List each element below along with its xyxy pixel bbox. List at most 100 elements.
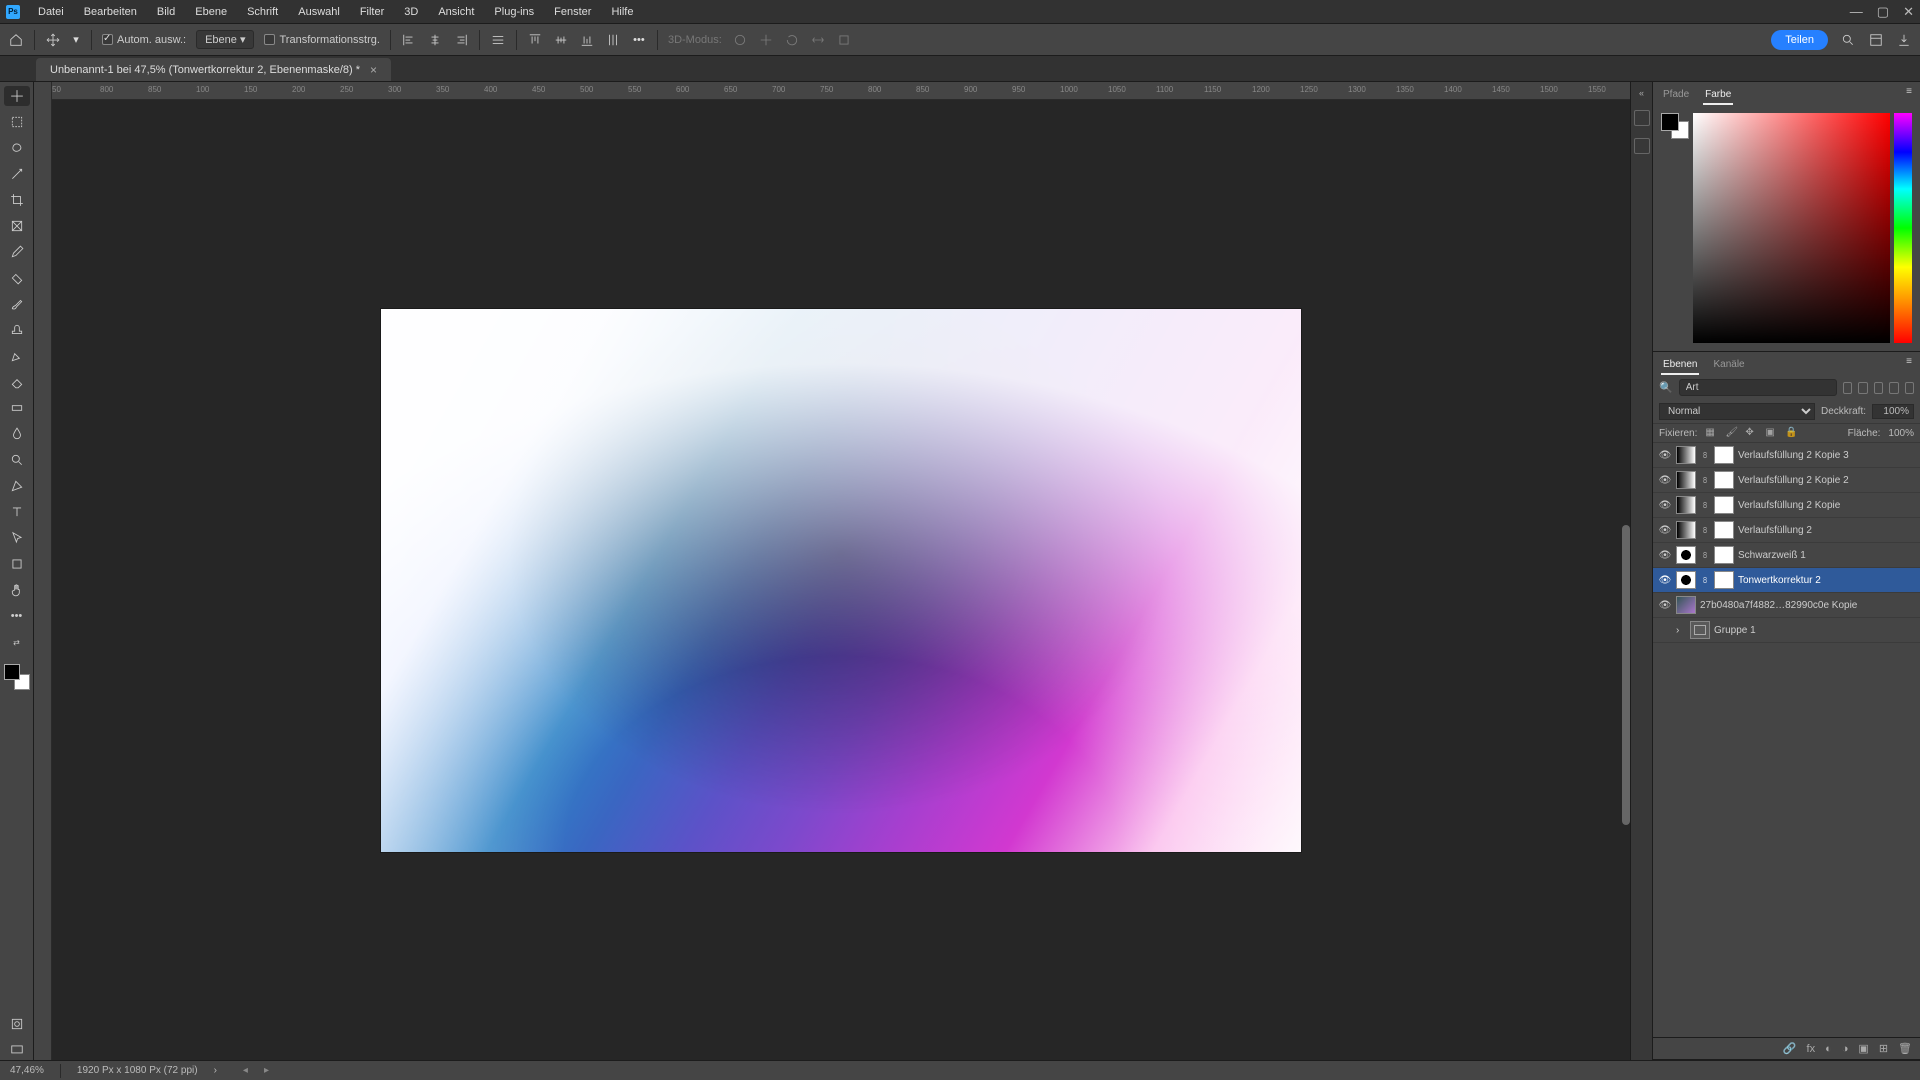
layer-name[interactable]: Verlaufsfüllung 2 Kopie 2 bbox=[1738, 475, 1915, 486]
menu-ebene[interactable]: Ebene bbox=[185, 6, 237, 18]
crop-tool[interactable] bbox=[4, 190, 30, 210]
export-icon[interactable] bbox=[1896, 32, 1912, 48]
mask-icon[interactable]: ◐ bbox=[1825, 1043, 1832, 1055]
panel-menu-icon[interactable]: ≡ bbox=[1906, 86, 1912, 105]
move-tool[interactable] bbox=[4, 86, 30, 106]
3d-slide-icon[interactable] bbox=[810, 32, 826, 48]
frame-tool[interactable] bbox=[4, 216, 30, 236]
filter-shape-icon[interactable] bbox=[1889, 382, 1898, 394]
collapse-toggle-icon[interactable]: « bbox=[1639, 88, 1644, 98]
timeline-nav-right-icon[interactable]: ▸ bbox=[264, 1065, 269, 1076]
menu-plugins[interactable]: Plug-ins bbox=[484, 6, 544, 18]
menu-bearbeiten[interactable]: Bearbeiten bbox=[74, 6, 147, 18]
layer-row[interactable]: 👁𝟾Verlaufsfüllung 2 Kopie bbox=[1653, 493, 1920, 518]
link-layers-icon[interactable]: 🔗 bbox=[1783, 1042, 1797, 1055]
layer-name[interactable]: Verlaufsfüllung 2 Kopie bbox=[1738, 500, 1915, 511]
align-top-icon[interactable] bbox=[527, 32, 543, 48]
visibility-toggle[interactable]: 👁 bbox=[1658, 600, 1672, 611]
3d-orbit-icon[interactable] bbox=[732, 32, 748, 48]
layer-name[interactable]: Gruppe 1 bbox=[1714, 625, 1915, 636]
blend-mode-select[interactable]: Normal bbox=[1659, 403, 1815, 420]
new-layer-icon[interactable]: ⊞ bbox=[1879, 1042, 1888, 1055]
menu-fenster[interactable]: Fenster bbox=[544, 6, 601, 18]
layer-row[interactable]: 👁𝟾Verlaufsfüllung 2 Kopie 3 bbox=[1653, 443, 1920, 468]
dodge-tool[interactable] bbox=[4, 450, 30, 470]
layer-name[interactable]: Verlaufsfüllung 2 bbox=[1738, 525, 1915, 536]
fill-value[interactable]: 100% bbox=[1888, 428, 1914, 439]
lock-transparency-icon[interactable]: ▦ bbox=[1705, 427, 1717, 439]
visibility-toggle[interactable]: 👁 bbox=[1658, 450, 1672, 461]
screenmode-tool[interactable] bbox=[4, 1040, 30, 1060]
align-right-icon[interactable] bbox=[453, 32, 469, 48]
menu-schrift[interactable]: Schrift bbox=[237, 6, 288, 18]
window-close-icon[interactable]: ✕ bbox=[1903, 4, 1914, 20]
blur-tool[interactable] bbox=[4, 424, 30, 444]
lasso-tool[interactable] bbox=[4, 138, 30, 158]
gradient-tool[interactable] bbox=[4, 398, 30, 418]
home-icon[interactable] bbox=[8, 32, 24, 48]
align-hcenter-icon[interactable] bbox=[427, 32, 443, 48]
info-chevron-icon[interactable]: › bbox=[214, 1065, 217, 1076]
color-swatch-pair[interactable] bbox=[1661, 113, 1689, 139]
menu-3d[interactable]: 3D bbox=[394, 6, 428, 18]
layer-row[interactable]: 👁𝟾Schwarzweiß 1 bbox=[1653, 543, 1920, 568]
stamp-tool[interactable] bbox=[4, 320, 30, 340]
layers-panel-menu-icon[interactable]: ≡ bbox=[1906, 356, 1912, 375]
lock-pixels-icon[interactable]: 🖌 bbox=[1725, 427, 1737, 439]
lock-artboard-icon[interactable]: ▣ bbox=[1765, 427, 1777, 439]
layer-row[interactable]: 👁𝟾Verlaufsfüllung 2 Kopie 2 bbox=[1653, 468, 1920, 493]
3d-scale-icon[interactable] bbox=[836, 32, 852, 48]
adjustment-icon[interactable]: ◑ bbox=[1842, 1043, 1849, 1055]
edit-toolbar-icon[interactable]: ⇄ bbox=[4, 632, 30, 652]
menu-bild[interactable]: Bild bbox=[147, 6, 185, 18]
3d-roll-icon[interactable] bbox=[784, 32, 800, 48]
tab-pfade[interactable]: Pfade bbox=[1661, 86, 1691, 105]
fx-icon[interactable]: fx bbox=[1807, 1043, 1816, 1055]
align-bottom-icon[interactable] bbox=[579, 32, 595, 48]
share-button[interactable]: Teilen bbox=[1771, 30, 1828, 50]
layer-row[interactable]: ›Gruppe 1 bbox=[1653, 618, 1920, 643]
group-icon[interactable]: ▣ bbox=[1858, 1042, 1868, 1055]
window-minimize-icon[interactable]: — bbox=[1850, 4, 1863, 20]
window-maximize-icon[interactable]: ▢ bbox=[1877, 4, 1889, 20]
collapsed-properties-icon[interactable] bbox=[1634, 138, 1650, 154]
distribute-icon[interactable] bbox=[490, 32, 506, 48]
document-tab[interactable]: Unbenannt-1 bei 47,5% (Tonwertkorrektur … bbox=[36, 58, 391, 81]
visibility-toggle[interactable]: 👁 bbox=[1658, 550, 1672, 561]
filter-adjust-icon[interactable] bbox=[1858, 382, 1867, 394]
align-vmiddle-icon[interactable] bbox=[553, 32, 569, 48]
tab-farbe[interactable]: Farbe bbox=[1703, 86, 1733, 105]
tab-kanaele[interactable]: Kanäle bbox=[1711, 356, 1746, 375]
quickmask-tool[interactable] bbox=[4, 1014, 30, 1034]
hue-slider[interactable] bbox=[1894, 113, 1912, 343]
zoom-level[interactable]: 47,46% bbox=[10, 1065, 44, 1076]
path-select-tool[interactable] bbox=[4, 528, 30, 548]
search-icon[interactable] bbox=[1840, 32, 1856, 48]
transform-controls-checkbox[interactable]: Transformationsstrg. bbox=[264, 34, 379, 46]
menu-auswahl[interactable]: Auswahl bbox=[288, 6, 350, 18]
layer-row[interactable]: 👁𝟾Verlaufsfüllung 2 bbox=[1653, 518, 1920, 543]
close-tab-icon[interactable]: × bbox=[370, 63, 377, 77]
more-options-icon[interactable]: ••• bbox=[631, 32, 647, 48]
history-brush-tool[interactable] bbox=[4, 346, 30, 366]
eyedropper-tool[interactable] bbox=[4, 242, 30, 262]
visibility-toggle[interactable]: 👁 bbox=[1658, 525, 1672, 536]
tab-ebenen[interactable]: Ebenen bbox=[1661, 356, 1699, 375]
align-left-icon[interactable] bbox=[401, 32, 417, 48]
layer-name[interactable]: Tonwertkorrektur 2 bbox=[1738, 575, 1915, 586]
menu-datei[interactable]: Datei bbox=[28, 6, 74, 18]
filter-type-icon[interactable] bbox=[1874, 382, 1883, 394]
layer-name[interactable]: Verlaufsfüllung 2 Kopie 3 bbox=[1738, 450, 1915, 461]
collapsed-history-icon[interactable] bbox=[1634, 110, 1650, 126]
timeline-nav-left-icon[interactable]: ◂ bbox=[243, 1065, 248, 1076]
workspace-icon[interactable] bbox=[1868, 32, 1884, 48]
eraser-tool[interactable] bbox=[4, 372, 30, 392]
menu-ansicht[interactable]: Ansicht bbox=[428, 6, 484, 18]
brush-tool[interactable] bbox=[4, 294, 30, 314]
chevron-down-icon[interactable]: ▾ bbox=[71, 32, 81, 48]
hand-tool[interactable] bbox=[4, 580, 30, 600]
lock-position-icon[interactable]: ✥ bbox=[1745, 427, 1757, 439]
canvas-viewport[interactable] bbox=[52, 100, 1630, 1060]
visibility-toggle[interactable]: 👁 bbox=[1658, 575, 1672, 586]
document-canvas[interactable] bbox=[381, 309, 1301, 852]
